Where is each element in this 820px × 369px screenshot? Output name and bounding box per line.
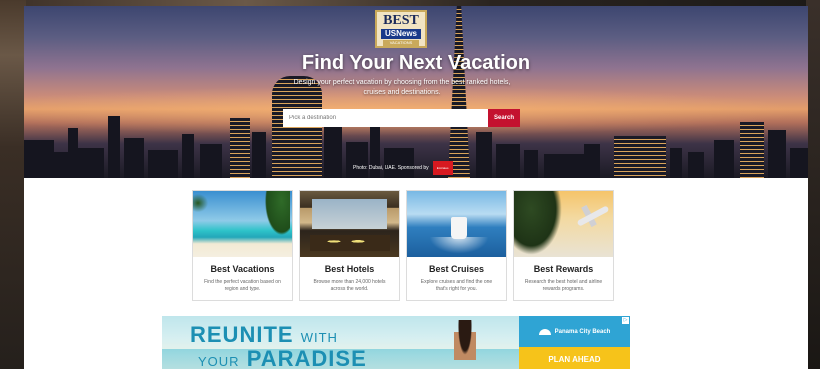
- card-best-vacations[interactable]: Best Vacations Find the perfect vacation…: [192, 190, 293, 301]
- photo-frame-right: [806, 0, 820, 369]
- emirates-logo[interactable]: Emirates: [432, 161, 453, 175]
- photo-credit-text: Photo: Dubai, UAE. Sponsored by: [353, 165, 429, 171]
- category-cards: Best Vacations Find the perfect vacation…: [192, 190, 614, 301]
- panama-city-beach-logo: Panama City Beach: [519, 316, 630, 347]
- ad-info-icon[interactable]: ▷: [622, 317, 629, 324]
- beach-image: [193, 191, 292, 257]
- ad-brand-panel: Panama City Beach PLAN AHEAD: [519, 316, 630, 369]
- search-button[interactable]: Search: [488, 109, 520, 127]
- photo-credit: Photo: Dubai, UAE. Sponsored by Emirates: [353, 161, 453, 175]
- logo-best-text: BEST: [383, 13, 419, 28]
- destination-search-input[interactable]: [283, 109, 488, 127]
- card-best-cruises[interactable]: Best Cruises Explore cruises and find th…: [406, 190, 507, 301]
- hotel-room-image: [300, 191, 399, 257]
- page-title: Find Your Next Vacation: [301, 52, 531, 74]
- advertisement-banner[interactable]: REUNITE WITH YOUR PARADISE Panama City B…: [162, 316, 630, 369]
- logo-brand-text: USNews: [381, 29, 421, 39]
- card-title: Best Hotels: [324, 264, 375, 274]
- card-title: Best Cruises: [428, 264, 485, 274]
- photo-frame-left: [0, 0, 26, 369]
- destination-search: Search: [283, 109, 520, 127]
- usnews-best-logo[interactable]: BEST USNews VACATIONS: [375, 10, 427, 48]
- card-best-hotels[interactable]: Best Hotels Browse more than 24,000 hote…: [299, 190, 400, 301]
- card-best-rewards[interactable]: Best Rewards Research the best hotel and…: [513, 190, 614, 301]
- logo-sub-text: VACATIONS: [383, 40, 419, 46]
- card-title: Best Rewards: [533, 264, 594, 274]
- card-description: Research the best hotel and airline rewa…: [524, 279, 603, 292]
- browser-screen: BEST USNews VACATIONS Find Your Next Vac…: [24, 6, 808, 369]
- ad-person-image: [454, 320, 476, 369]
- card-description: Explore cruises and find the one that's …: [420, 279, 493, 292]
- card-description: Browse more than 24,000 hotels across th…: [313, 279, 386, 292]
- cruise-ship-image: [407, 191, 506, 257]
- plan-ahead-button[interactable]: PLAN AHEAD: [519, 347, 630, 369]
- airplane-palm-image: [514, 191, 613, 257]
- card-description: Find the perfect vacation based on regio…: [204, 279, 281, 292]
- ad-headline-line2: YOUR PARADISE: [198, 346, 367, 369]
- hero-banner: BEST USNews VACATIONS Find Your Next Vac…: [24, 6, 808, 178]
- card-title: Best Vacations: [210, 264, 275, 274]
- sun-icon: [538, 328, 551, 335]
- ad-headline-line1: REUNITE WITH: [190, 322, 338, 347]
- page-subtitle: Design your perfect vacation by choosing…: [293, 79, 511, 96]
